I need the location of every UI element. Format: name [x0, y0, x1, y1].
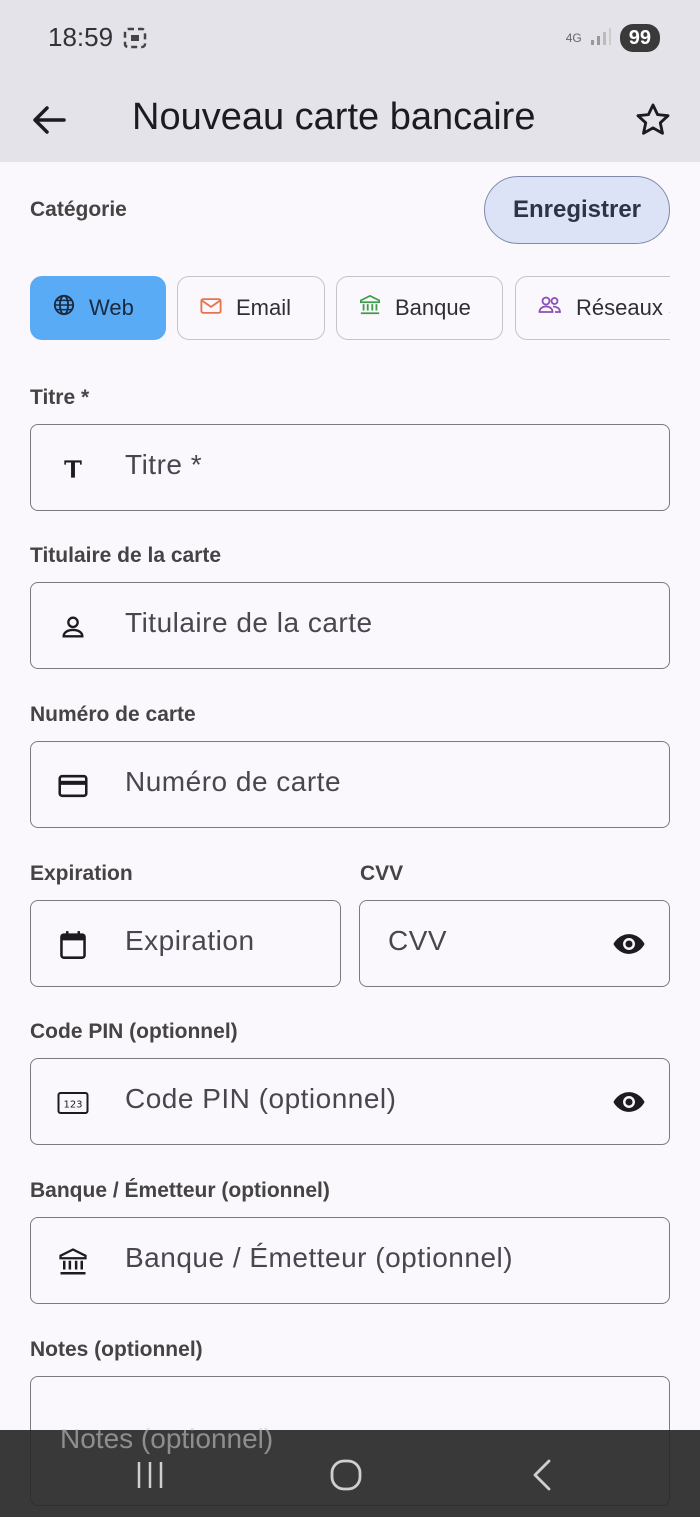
- chip-label: Réseaux s: [576, 295, 670, 320]
- system-back-button[interactable]: [512, 1450, 572, 1500]
- pin-label: Code PIN (optionnel): [30, 1020, 238, 1043]
- notes-label: Notes (optionnel): [30, 1338, 203, 1361]
- status-time: 18:59: [48, 22, 114, 52]
- holder-placeholder: Titulaire de la carte: [125, 607, 373, 638]
- back-chevron-icon: [533, 1459, 551, 1491]
- screenshot-indicator-icon: [122, 26, 148, 55]
- signal-icon: [590, 26, 612, 51]
- page-title: Nouveau carte bancaire: [132, 96, 536, 138]
- title-label: Titre *: [30, 386, 90, 409]
- svg-text:123: 123: [63, 1100, 82, 1111]
- status-indicators: 4G 99: [566, 24, 660, 52]
- category-label: Catégorie: [30, 198, 127, 221]
- people-icon: [538, 295, 562, 321]
- battery-level: 99: [619, 24, 660, 52]
- person-icon: [57, 611, 89, 643]
- mail-icon: [200, 295, 222, 321]
- home-button[interactable]: [316, 1450, 376, 1500]
- pin-placeholder: Code PIN (optionnel): [125, 1083, 397, 1114]
- bank-field[interactable]: Banque / Émetteur (optionnel): [30, 1217, 670, 1304]
- eye-icon: [613, 1092, 645, 1112]
- network-type: 4G: [565, 30, 582, 45]
- chip-web[interactable]: Web: [30, 276, 166, 340]
- title-field[interactable]: Titre *: [30, 424, 670, 511]
- cvv-label: CVV: [360, 862, 404, 885]
- pin-123-icon: 123: [57, 1087, 89, 1119]
- eye-icon: [613, 934, 645, 954]
- chip-label: Banque: [395, 295, 471, 320]
- pin-field[interactable]: 123 Code PIN (optionnel): [30, 1058, 670, 1145]
- card-number-label: Numéro de carte: [30, 703, 196, 726]
- globe-icon: [53, 294, 75, 322]
- visibility-toggle[interactable]: [611, 927, 647, 966]
- chip-reseaux[interactable]: Réseaux s: [515, 276, 670, 340]
- card-number-placeholder: Numéro de carte: [125, 766, 342, 797]
- chip-label: Web: [89, 295, 134, 320]
- recent-apps-button[interactable]: [120, 1450, 180, 1500]
- holder-field[interactable]: Titulaire de la carte: [30, 582, 670, 669]
- save-button[interactable]: Enregistrer: [484, 176, 670, 244]
- expiration-field[interactable]: Expiration: [30, 900, 341, 987]
- recents-icon: [137, 1462, 163, 1488]
- visibility-toggle[interactable]: [611, 1085, 647, 1124]
- back-button[interactable]: [32, 92, 72, 152]
- title-placeholder: Titre *: [125, 449, 203, 480]
- expiration-placeholder: Expiration: [125, 925, 255, 956]
- chip-email[interactable]: Email: [177, 276, 325, 340]
- text-icon: [57, 453, 89, 485]
- bank-label: Banque / Émetteur (optionnel): [30, 1179, 330, 1202]
- category-chips: Web Email Banque Réseaux s: [30, 276, 670, 342]
- app-bar: Nouveau carte bancaire: [0, 80, 700, 162]
- chip-label: Email: [236, 295, 292, 320]
- arrow-back-icon: [32, 105, 66, 140]
- notes-placeholder: Notes (optionnel): [60, 1423, 274, 1454]
- cvv-field[interactable]: CVV: [359, 900, 670, 987]
- credit-card-icon: [57, 770, 89, 802]
- star-outline-icon: [634, 101, 672, 144]
- bank-icon: [57, 1246, 89, 1278]
- calendar-icon: [57, 929, 89, 961]
- cvv-placeholder: CVV: [388, 925, 448, 956]
- bank-icon: [359, 294, 381, 322]
- chip-banque[interactable]: Banque: [336, 276, 503, 340]
- home-icon: [330, 1459, 362, 1491]
- favorite-button[interactable]: [634, 92, 676, 152]
- expiration-label: Expiration: [30, 862, 133, 885]
- holder-label: Titulaire de la carte: [30, 544, 222, 567]
- status-bar: 18:59 4G 99: [0, 0, 700, 80]
- bank-placeholder: Banque / Émetteur (optionnel): [125, 1242, 514, 1273]
- card-number-field[interactable]: Numéro de carte: [30, 741, 670, 828]
